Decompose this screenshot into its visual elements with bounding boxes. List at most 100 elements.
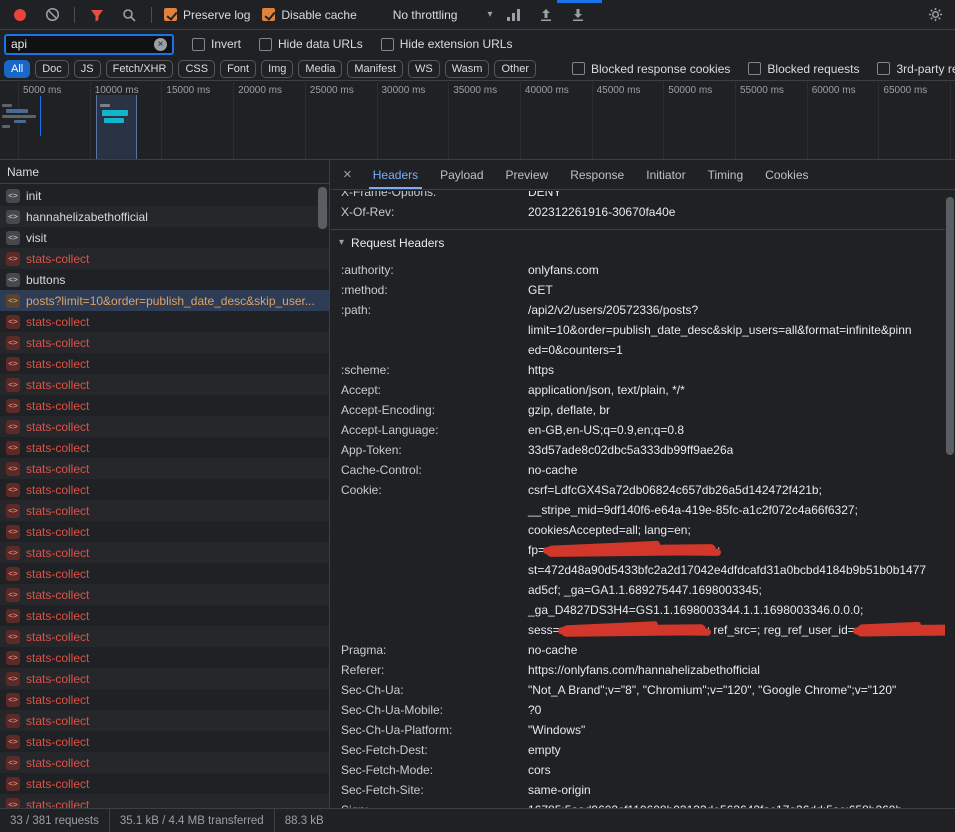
request-row[interactable]: <>visit [0, 227, 329, 248]
header-row: :authority:onlyfans.com [331, 260, 945, 280]
record-button[interactable] [10, 4, 30, 26]
settings-button[interactable] [925, 4, 945, 26]
request-type-filter-bar: All Doc JS Fetch/XHRCSS Font Img Media Manifest… [0, 57, 955, 81]
request-row[interactable]: <>stats-collect [0, 668, 329, 689]
tab-headers[interactable]: Headers [362, 160, 429, 189]
request-row[interactable]: <>stats-collect [0, 731, 329, 752]
hide-extension-urls-checkbox[interactable]: Hide extension URLs [381, 37, 513, 51]
tab-payload[interactable]: Payload [429, 160, 494, 189]
request-row[interactable]: <>stats-collect [0, 563, 329, 584]
load-event-marker [40, 96, 41, 136]
search-button[interactable] [119, 4, 139, 26]
request-list-scrollbar[interactable] [318, 185, 327, 808]
timeline-tick: 35000 ms [448, 82, 449, 159]
network-main-toolbar: Preserve log Disable cache No throttling… [0, 0, 955, 30]
request-row[interactable]: <>stats-collect [0, 773, 329, 794]
type-filter-media[interactable]: Media [298, 60, 342, 78]
preserve-log-checkbox[interactable]: Preserve log [164, 8, 250, 22]
tab-timing[interactable]: Timing [697, 160, 755, 189]
requests-count[interactable]: 33 / 381 requests [0, 815, 109, 827]
request-row[interactable]: <>stats-collect [0, 794, 329, 808]
request-row[interactable]: <>stats-collect [0, 332, 329, 353]
request-row[interactable]: <>stats-collect [0, 374, 329, 395]
waterfall-activity [14, 120, 26, 123]
blocked-requests-checkbox[interactable]: Blocked requests [748, 62, 859, 76]
timeline-selection[interactable] [96, 95, 137, 159]
type-filter-js[interactable]: JS [74, 60, 101, 78]
request-row[interactable]: <>stats-collect [0, 584, 329, 605]
filter-toggle-button[interactable] [87, 4, 107, 26]
type-filter-ws[interactable]: WS [408, 60, 440, 78]
type-filter-all[interactable]: All [4, 60, 30, 78]
timeline-tick-label: 55000 ms [740, 85, 784, 96]
tab-preview[interactable]: Preview [495, 160, 560, 189]
clear-network-log-button[interactable] [42, 4, 62, 26]
request-row[interactable]: <>posts?limit=10&order=publish_date_desc… [0, 290, 329, 311]
network-conditions-button[interactable] [504, 4, 524, 26]
type-filter-other[interactable]: Other [494, 60, 536, 78]
preserve-log-label: Preserve log [183, 8, 250, 22]
request-row[interactable]: <>stats-collect [0, 542, 329, 563]
import-har-button[interactable] [536, 4, 556, 26]
request-row[interactable]: <>stats-collect [0, 395, 329, 416]
details-scrollbar[interactable] [946, 191, 954, 808]
scrollbar-thumb[interactable] [946, 197, 954, 455]
request-row[interactable]: <>init [0, 185, 329, 206]
scrollbar-thumb[interactable] [318, 187, 327, 229]
request-row[interactable]: <>stats-collect [0, 353, 329, 374]
request-row[interactable]: <>stats-collect [0, 437, 329, 458]
tab-initiator[interactable]: Initiator [635, 160, 696, 189]
blocked-response-cookies-checkbox[interactable]: Blocked response cookies [572, 62, 730, 76]
type-filter-img[interactable]: Img [261, 60, 293, 78]
name-column-header[interactable]: Name [0, 160, 329, 184]
toolbar-divider [151, 7, 152, 23]
request-row[interactable]: <>stats-collect [0, 248, 329, 269]
header-value: 16785:5aad9602cf110608b03133de563642fac1… [528, 800, 902, 808]
tab-cookies[interactable]: Cookies [754, 160, 819, 189]
network-overview-timeline[interactable]: 5000 ms10000 ms15000 ms20000 ms25000 ms3… [0, 82, 955, 160]
request-type-icon: <> [6, 693, 20, 707]
resources-size: 88.3 kB [275, 815, 334, 827]
request-row[interactable]: <>stats-collect [0, 605, 329, 626]
tab-response[interactable]: Response [559, 160, 635, 189]
invert-checkbox[interactable]: Invert [192, 37, 241, 51]
request-row[interactable]: <> stats-collect [0, 521, 329, 542]
third-party-requests-checkbox[interactable]: 3rd-party requests [877, 62, 955, 76]
request-row[interactable]: <>stats-collect [0, 752, 329, 773]
type-filter-doc[interactable]: Doc [35, 60, 69, 78]
hide-data-urls-checkbox[interactable]: Hide data URLs [259, 37, 363, 51]
request-table: Name <>init<>hannahelizabethofficial<>vi… [0, 160, 330, 808]
request-row[interactable]: <>hannahelizabethofficial [0, 206, 329, 227]
request-name: stats-collect [26, 504, 89, 518]
disable-cache-checkbox[interactable]: Disable cache [262, 8, 356, 22]
close-details-icon[interactable]: × [331, 166, 362, 183]
export-har-button[interactable] [568, 4, 588, 26]
header-name: Sec-Fetch-Dest: [331, 740, 528, 760]
chevron-down-icon: ▾ [487, 9, 492, 20]
request-type-icon: <> [6, 525, 20, 539]
request-row[interactable]: <>stats-collect [0, 479, 329, 500]
type-filter-font[interactable]: Font [220, 60, 256, 78]
request-row[interactable]: <>stats-collect [0, 710, 329, 731]
request-row[interactable]: <>stats-collect [0, 416, 329, 437]
type-filter-css[interactable]: CSS [178, 60, 215, 78]
type-filter-fetch-xhr[interactable]: Fetch/XHR [106, 60, 174, 78]
header-name: Pragma: [331, 640, 528, 660]
request-row[interactable]: <>buttons [0, 269, 329, 290]
request-row[interactable]: <>stats-collect [0, 311, 329, 332]
request-row[interactable]: <>stats-collect [0, 647, 329, 668]
clear-filter-icon[interactable]: × [154, 38, 167, 51]
request-name: stats-collect [26, 378, 89, 392]
filter-input[interactable]: api × [4, 34, 174, 55]
throttling-select[interactable]: No throttling▾ [393, 8, 493, 22]
header-value: gzip, deflate, br [528, 400, 610, 420]
request-headers-section-header[interactable]: ▾ Request Headers [331, 229, 945, 255]
type-filter-wasm[interactable]: Wasm [445, 60, 490, 78]
request-row[interactable]: <>stats-collect [0, 500, 329, 521]
header-name: Sec-Fetch-Site: [331, 780, 528, 800]
request-row[interactable]: <>stats-collect [0, 458, 329, 479]
request-row[interactable]: <>stats-collect [0, 689, 329, 710]
request-name: stats-collect [26, 525, 89, 539]
type-filter-manifest[interactable]: Manifest [347, 60, 403, 78]
request-row[interactable]: <>stats-collect [0, 626, 329, 647]
